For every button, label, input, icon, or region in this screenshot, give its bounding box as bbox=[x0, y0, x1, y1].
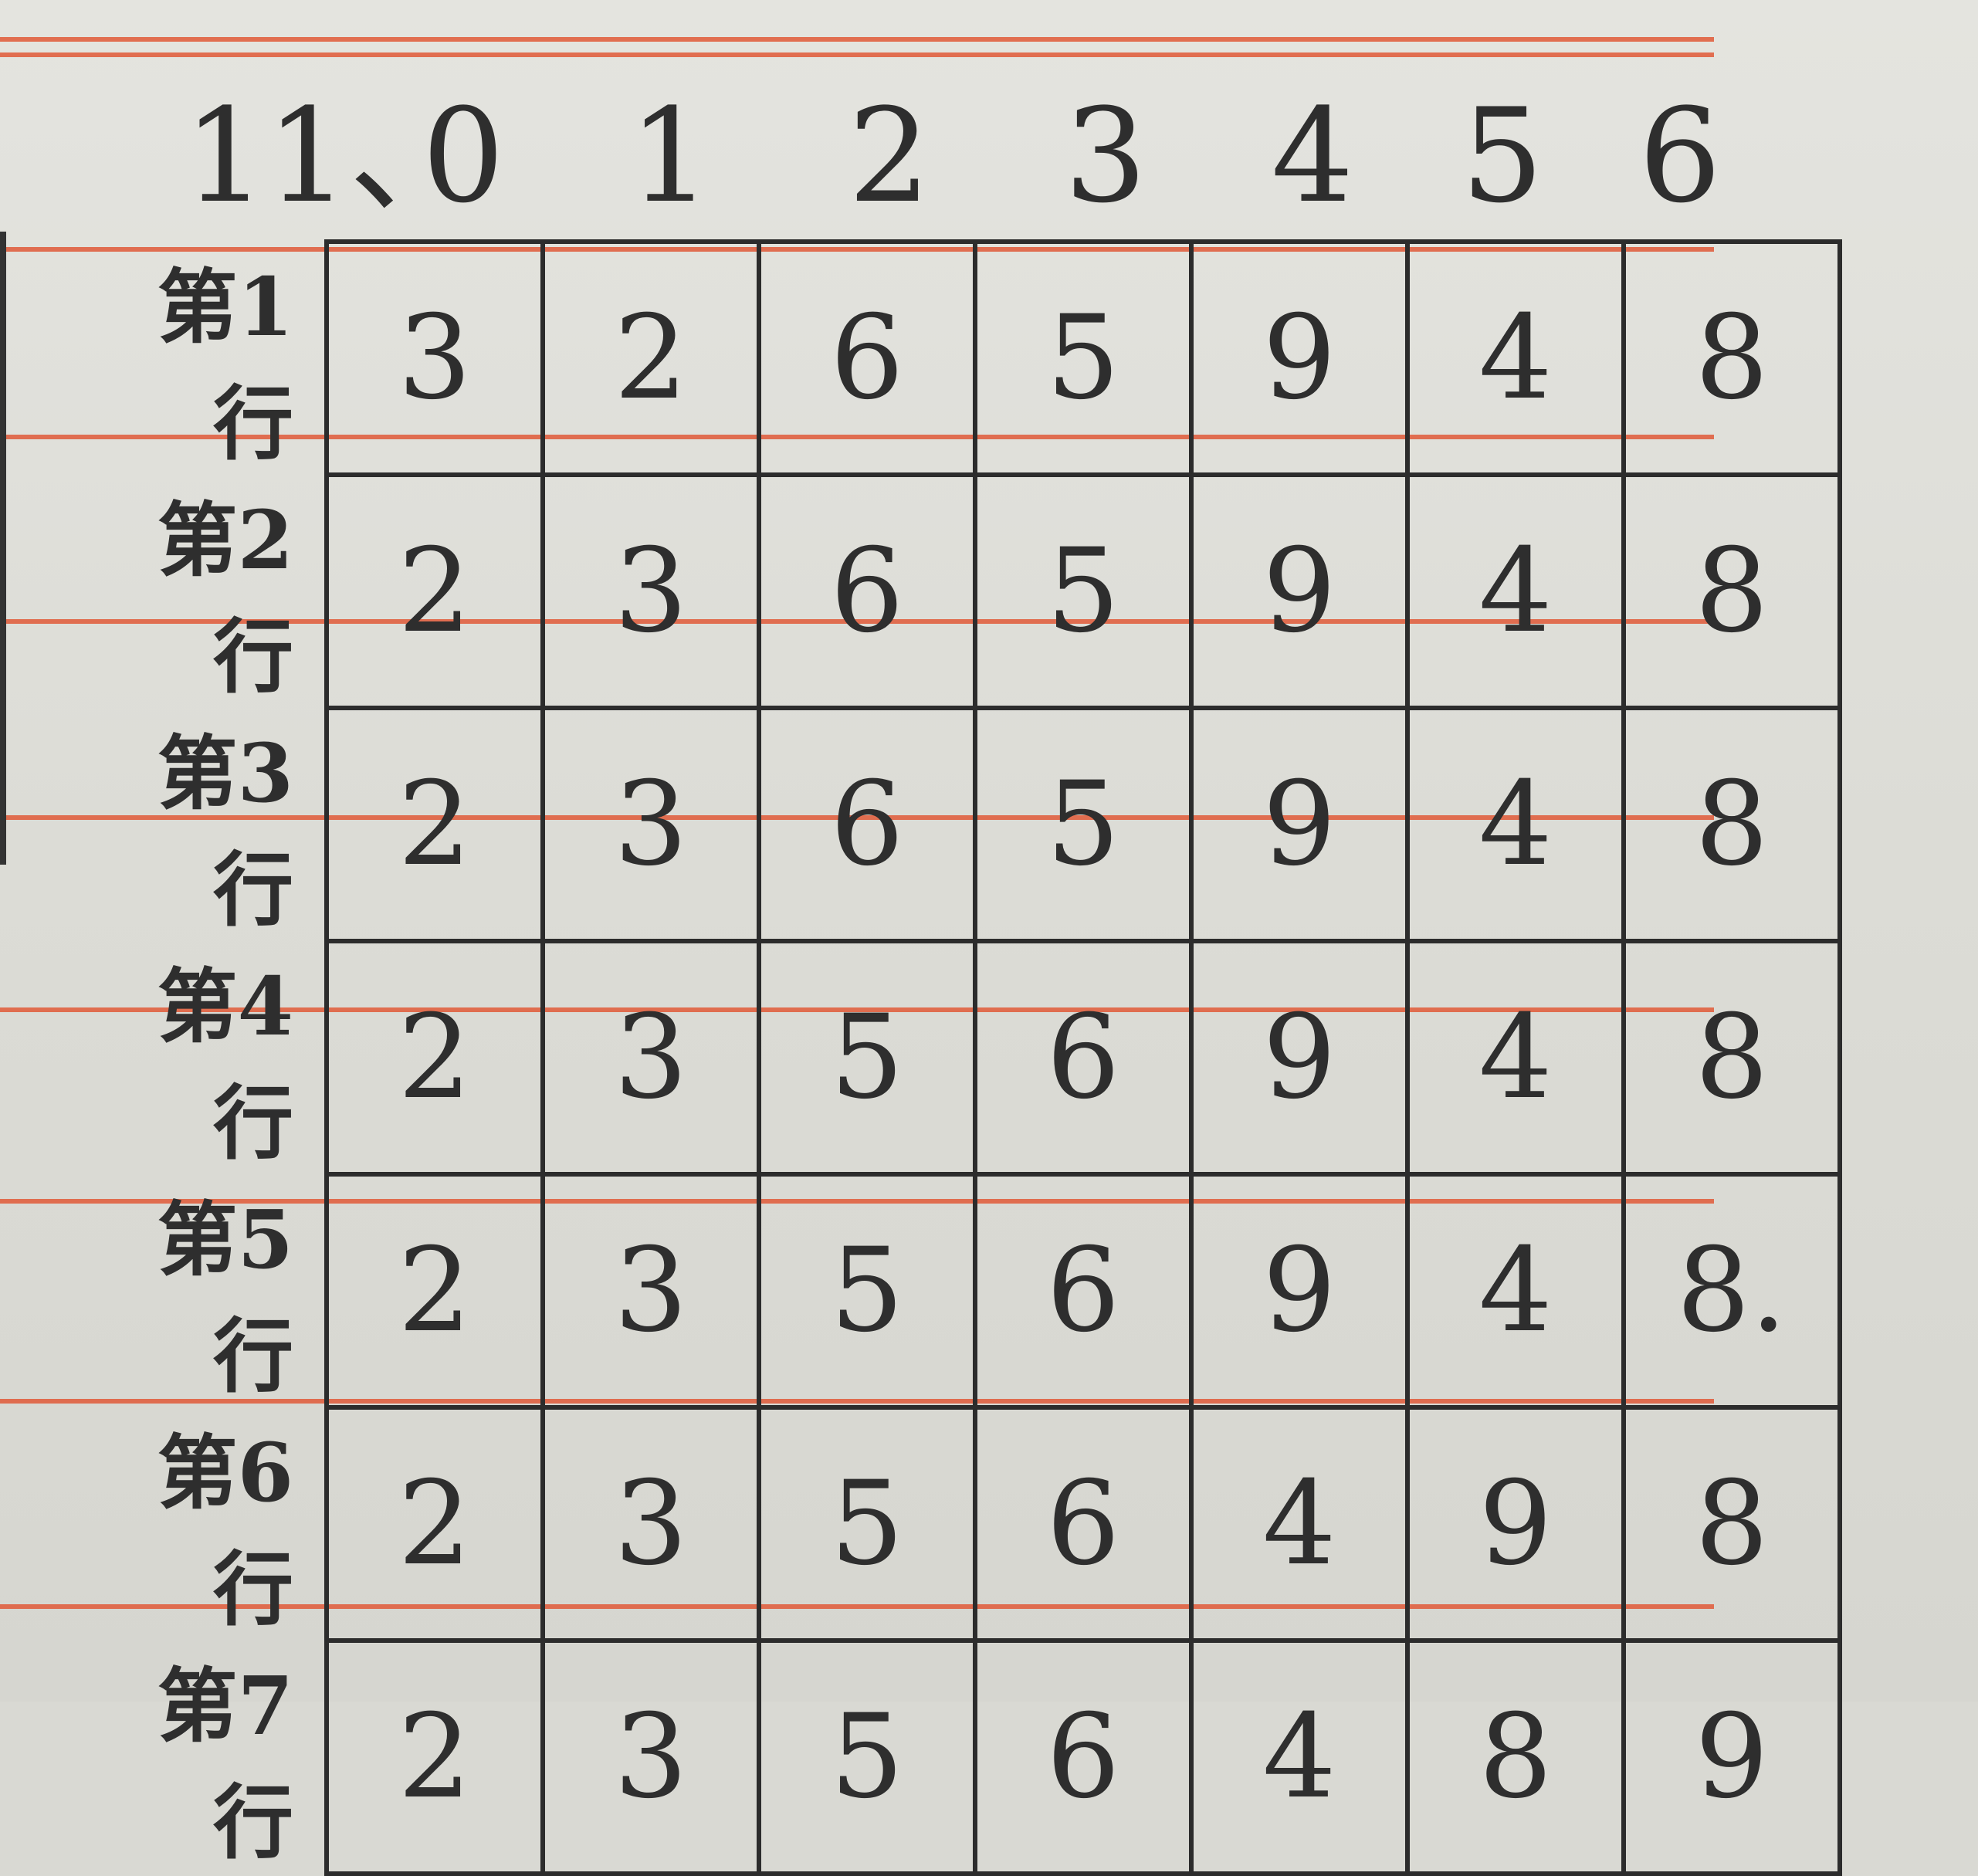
column-header: 3 bbox=[1064, 80, 1147, 232]
table-cell: 2 bbox=[324, 472, 545, 710]
table-cell: 3 bbox=[540, 1172, 761, 1410]
table-cell: 9 bbox=[1189, 472, 1410, 710]
table-cell: 6 bbox=[973, 1638, 1194, 1876]
row-label: 第3行 bbox=[157, 726, 293, 937]
table-cell: 4 bbox=[1189, 1405, 1410, 1643]
table-cell: 4 bbox=[1405, 1172, 1626, 1410]
table-cell: 6 bbox=[757, 472, 977, 710]
table-cell: 5 bbox=[973, 472, 1194, 710]
row-label: 第2行 bbox=[157, 493, 293, 704]
column-header: 4 bbox=[1271, 80, 1354, 232]
row-label: 第5行 bbox=[157, 1192, 293, 1404]
table-cell: 6 bbox=[973, 939, 1194, 1177]
table-cell: 8 bbox=[1621, 1405, 1842, 1643]
table-cell: 6 bbox=[973, 1405, 1194, 1643]
table-cell: 5 bbox=[973, 706, 1194, 943]
table-cell: 3 bbox=[540, 1638, 761, 1876]
table-cell: 5 bbox=[973, 239, 1194, 477]
table-cell: 8 bbox=[1405, 1638, 1626, 1876]
table-cell: 2 bbox=[540, 239, 761, 477]
column-header: 5 bbox=[1461, 80, 1544, 232]
table-cell: 2 bbox=[324, 706, 545, 943]
page-margin-line bbox=[0, 232, 6, 865]
table-cell: 4 bbox=[1405, 472, 1626, 710]
table-row: 第7行 2 3 5 6 4 8 9 bbox=[108, 1638, 1842, 1876]
table-cell: 8 bbox=[1621, 472, 1842, 710]
notebook-page: 11、 0 1 2 3 4 5 6 第1行 3 2 6 5 9 4 8 第2行 … bbox=[0, 0, 1978, 1876]
table-cell: 9 bbox=[1189, 939, 1410, 1177]
table-row: 第1行 3 2 6 5 9 4 8 bbox=[108, 239, 1842, 477]
table-cell: 9 bbox=[1189, 239, 1410, 477]
table-cell: 8 bbox=[1621, 706, 1842, 943]
table-cell: 8. bbox=[1621, 1172, 1842, 1410]
table-cell: 6 bbox=[973, 1172, 1194, 1410]
row-label: 第1行 bbox=[157, 259, 293, 471]
table-cell: 2 bbox=[324, 1172, 545, 1410]
table-cell: 5 bbox=[757, 1638, 977, 1876]
table-cell: 3 bbox=[540, 939, 761, 1177]
table-cell: 9 bbox=[1189, 1172, 1410, 1410]
table-cell: 3 bbox=[540, 706, 761, 943]
table-row: 第3行 2 3 6 5 9 4 8 bbox=[108, 706, 1842, 943]
table-cell: 2 bbox=[324, 1638, 545, 1876]
ruled-line bbox=[0, 52, 1714, 57]
table-cell: 3 bbox=[540, 472, 761, 710]
table-row: 第4行 2 3 5 6 9 4 8 bbox=[108, 939, 1842, 1177]
table-cell: 5 bbox=[757, 1172, 977, 1410]
table-cell: 9 bbox=[1621, 1638, 1842, 1876]
table-cell: 8 bbox=[1621, 239, 1842, 477]
table-cell: 9 bbox=[1189, 706, 1410, 943]
table-cell: 9 bbox=[1405, 1405, 1626, 1643]
table-cell: 4 bbox=[1405, 939, 1626, 1177]
table-cell: 5 bbox=[757, 1405, 977, 1643]
table-row: 第5行 2 3 5 6 9 4 8. bbox=[108, 1172, 1842, 1410]
table-cell: 8 bbox=[1621, 939, 1842, 1177]
table-cell: 4 bbox=[1405, 706, 1626, 943]
table-cell: 2 bbox=[324, 939, 545, 1177]
column-header: 0 bbox=[422, 80, 505, 232]
row-label: 第6行 bbox=[157, 1425, 293, 1637]
table-cell: 3 bbox=[324, 239, 545, 477]
table-cell: 6 bbox=[757, 706, 977, 943]
column-header: 6 bbox=[1638, 80, 1722, 232]
table-cell: 3 bbox=[540, 1405, 761, 1643]
table-cell: 4 bbox=[1189, 1638, 1410, 1876]
row-label: 第7行 bbox=[157, 1658, 293, 1870]
column-header: 2 bbox=[848, 80, 931, 232]
table-cell: 5 bbox=[757, 939, 977, 1177]
column-header: 1 bbox=[628, 80, 712, 232]
data-table: 第1行 3 2 6 5 9 4 8 第2行 2 3 6 5 9 4 8 第3行 bbox=[108, 239, 1842, 1876]
table-cell: 2 bbox=[324, 1405, 545, 1643]
table-row: 第6行 2 3 5 6 4 9 8 bbox=[108, 1405, 1842, 1643]
table-cell: 6 bbox=[757, 239, 977, 477]
table-cell: 4 bbox=[1405, 239, 1626, 477]
table-row: 第2行 2 3 6 5 9 4 8 bbox=[108, 472, 1842, 710]
row-label: 第4行 bbox=[157, 959, 293, 1170]
ruled-line bbox=[0, 37, 1714, 42]
